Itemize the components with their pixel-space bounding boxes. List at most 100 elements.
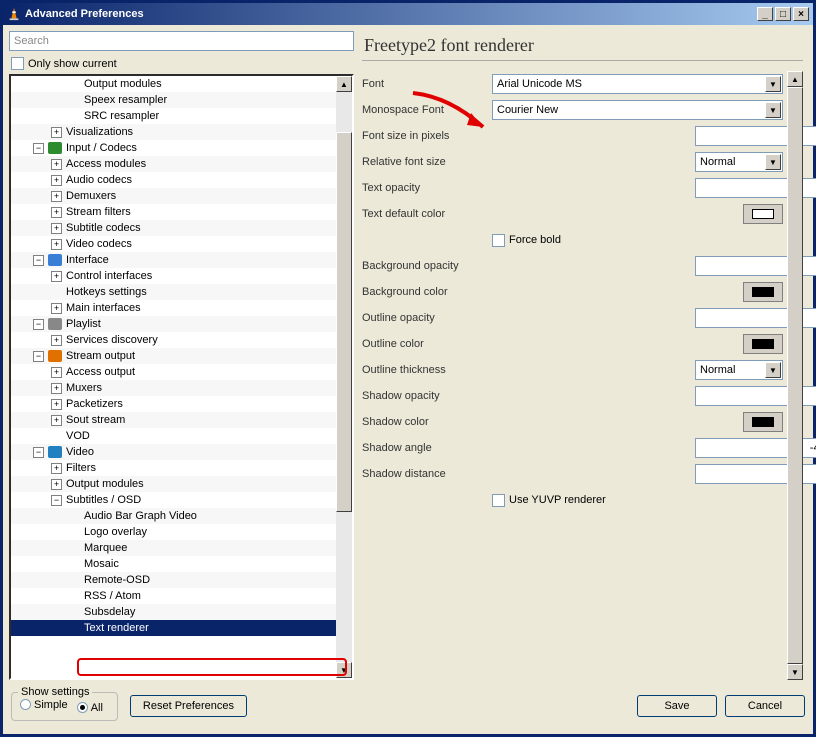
- tree-item[interactable]: −Playlist: [11, 316, 336, 332]
- tree-scrollbar[interactable]: ▲ ▼: [336, 76, 352, 678]
- tree-item[interactable]: Logo overlay: [11, 524, 336, 540]
- chevron-down-icon[interactable]: ▼: [765, 154, 781, 170]
- search-input[interactable]: Search: [9, 31, 354, 51]
- scroll-up-button[interactable]: ▲: [787, 71, 803, 87]
- expand-icon[interactable]: +: [51, 303, 62, 314]
- expand-icon[interactable]: +: [51, 207, 62, 218]
- expand-icon[interactable]: +: [51, 271, 62, 282]
- tree-item[interactable]: −Video: [11, 444, 336, 460]
- expand-icon[interactable]: +: [51, 175, 62, 186]
- tree-item[interactable]: Marquee: [11, 540, 336, 556]
- tree-item[interactable]: +Filters: [11, 460, 336, 476]
- expand-icon[interactable]: +: [51, 335, 62, 346]
- outline-color-button[interactable]: [743, 334, 783, 354]
- close-button[interactable]: ×: [793, 7, 809, 21]
- tree-item[interactable]: +Demuxers: [11, 188, 336, 204]
- tree-item[interactable]: Output modules: [11, 76, 336, 92]
- monospace-font-combo[interactable]: Courier New▼: [492, 100, 783, 120]
- collapse-icon[interactable]: −: [33, 319, 44, 330]
- scroll-track[interactable]: [336, 92, 352, 662]
- tree-item[interactable]: VOD: [11, 428, 336, 444]
- scroll-down-button[interactable]: ▼: [336, 662, 352, 678]
- tree-item[interactable]: SRC resampler: [11, 108, 336, 124]
- chevron-down-icon[interactable]: ▼: [765, 102, 781, 118]
- save-button[interactable]: Save: [637, 695, 717, 717]
- tree-item[interactable]: −Input / Codecs: [11, 140, 336, 156]
- tree-item[interactable]: +Visualizations: [11, 124, 336, 140]
- text-opacity-spinner[interactable]: ▲▼: [695, 178, 783, 198]
- expand-icon[interactable]: +: [51, 463, 62, 474]
- tree-item[interactable]: + Subtitle codecs: [11, 220, 336, 236]
- shadow-angle-spinner[interactable]: ▲▼: [695, 438, 783, 458]
- font-size-spinner[interactable]: ▲▼: [695, 126, 783, 146]
- force-bold-checkbox[interactable]: [492, 234, 505, 247]
- only-show-current-checkbox[interactable]: [11, 57, 24, 70]
- reset-button[interactable]: Reset Preferences: [130, 695, 247, 717]
- expand-icon[interactable]: +: [51, 415, 62, 426]
- tree-item[interactable]: Mosaic: [11, 556, 336, 572]
- relative-size-combo[interactable]: Normal▼: [695, 152, 783, 172]
- tree-item[interactable]: Hotkeys settings: [11, 284, 336, 300]
- form-scrollbar[interactable]: ▲ ▼: [787, 71, 803, 680]
- collapse-icon[interactable]: −: [33, 447, 44, 458]
- text-color-button[interactable]: [743, 204, 783, 224]
- tree-item[interactable]: +Output modules: [11, 476, 336, 492]
- tree-item[interactable]: +Main interfaces: [11, 300, 336, 316]
- minimize-button[interactable]: _: [757, 7, 773, 21]
- tree-item[interactable]: +Packetizers: [11, 396, 336, 412]
- scroll-thumb[interactable]: [787, 87, 803, 664]
- tree-item[interactable]: −Subtitles / OSD: [11, 492, 336, 508]
- expand-icon[interactable]: +: [51, 191, 62, 202]
- collapse-icon[interactable]: −: [33, 143, 44, 154]
- tree-item[interactable]: +Access modules: [11, 156, 336, 172]
- preferences-tree[interactable]: Output modulesSpeex resamplerSRC resampl…: [11, 76, 336, 678]
- expand-icon[interactable]: +: [51, 383, 62, 394]
- shadow-opacity-spinner[interactable]: ▲▼: [695, 386, 783, 406]
- collapse-icon[interactable]: −: [33, 351, 44, 362]
- maximize-button[interactable]: □: [775, 7, 791, 21]
- tree-item[interactable]: Speex resampler: [11, 92, 336, 108]
- scroll-up-button[interactable]: ▲: [336, 76, 352, 92]
- expand-icon[interactable]: +: [51, 159, 62, 170]
- expand-icon[interactable]: +: [51, 223, 62, 234]
- radio-all[interactable]: All: [77, 702, 103, 714]
- tree-item[interactable]: Audio Bar Graph Video: [11, 508, 336, 524]
- shadow-color-button[interactable]: [743, 412, 783, 432]
- expand-icon[interactable]: +: [51, 127, 62, 138]
- tree-item[interactable]: +Services discovery: [11, 332, 336, 348]
- yuvp-checkbox[interactable]: [492, 494, 505, 507]
- tree-item[interactable]: +Audio codecs: [11, 172, 336, 188]
- scroll-track[interactable]: [787, 87, 803, 664]
- font-combo[interactable]: Arial Unicode MS▼: [492, 74, 783, 94]
- tree-item[interactable]: Remote-OSD: [11, 572, 336, 588]
- collapse-icon[interactable]: −: [33, 255, 44, 266]
- tree-item[interactable]: +Muxers: [11, 380, 336, 396]
- tree-item[interactable]: +Stream filters: [11, 204, 336, 220]
- cancel-button[interactable]: Cancel: [725, 695, 805, 717]
- chevron-down-icon[interactable]: ▼: [765, 76, 781, 92]
- expand-icon[interactable]: +: [51, 399, 62, 410]
- tree-item[interactable]: Text renderer: [11, 620, 336, 636]
- tree-item[interactable]: +Sout stream: [11, 412, 336, 428]
- outline-thickness-combo[interactable]: Normal▼: [695, 360, 783, 380]
- expand-icon[interactable]: +: [51, 367, 62, 378]
- expand-icon[interactable]: +: [51, 479, 62, 490]
- shadow-distance-spinner[interactable]: ▲▼: [695, 464, 783, 484]
- tree-item[interactable]: −Interface: [11, 252, 336, 268]
- scroll-thumb[interactable]: [336, 132, 352, 512]
- tree-item[interactable]: +Control interfaces: [11, 268, 336, 284]
- chevron-down-icon[interactable]: ▼: [765, 362, 781, 378]
- expand-icon[interactable]: +: [51, 239, 62, 250]
- outline-opacity-spinner[interactable]: ▲▼: [695, 308, 783, 328]
- scroll-down-button[interactable]: ▼: [787, 664, 803, 680]
- tree-item-label: Subtitle codecs: [66, 222, 141, 234]
- bg-color-button[interactable]: [743, 282, 783, 302]
- bg-opacity-spinner[interactable]: ▲▼: [695, 256, 783, 276]
- tree-item[interactable]: +Access output: [11, 364, 336, 380]
- collapse-icon[interactable]: −: [51, 495, 62, 506]
- tree-item[interactable]: −Stream output: [11, 348, 336, 364]
- tree-item[interactable]: Subsdelay: [11, 604, 336, 620]
- tree-item[interactable]: RSS / Atom: [11, 588, 336, 604]
- tree-item[interactable]: +Video codecs: [11, 236, 336, 252]
- radio-simple[interactable]: Simple: [20, 699, 68, 711]
